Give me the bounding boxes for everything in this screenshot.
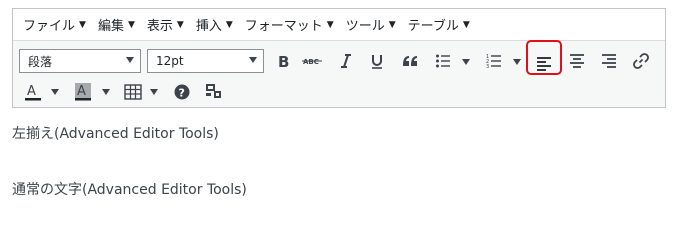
menu-file-label: ファイル	[23, 19, 76, 34]
content-line-left-aligned: 左揃え(Advanced Editor Tools)	[12, 126, 219, 142]
underline-icon	[372, 55, 382, 69]
menu-format[interactable]: フォーマット ▼	[245, 15, 334, 34]
align-center-icon	[570, 54, 584, 68]
chevron-down-icon: ▼	[326, 19, 334, 30]
chevron-down-icon: ▼	[462, 19, 470, 30]
underline-button[interactable]	[365, 49, 389, 73]
menu-insert-label: 挿入	[195, 19, 222, 34]
svg-text:ABC: ABC	[303, 58, 319, 66]
background-color-button[interactable]: A	[71, 80, 95, 104]
chevron-down-icon[interactable]	[102, 89, 110, 95]
chevron-down-icon: ▼	[127, 19, 135, 30]
menu-tools-label: ツール	[345, 19, 385, 34]
chevron-down-icon[interactable]	[462, 59, 470, 65]
menu-edit-label: 編集	[97, 19, 124, 34]
text-color-icon: A	[25, 84, 41, 101]
svg-text:?: ?	[179, 87, 185, 100]
chevron-down-icon: ▼	[79, 19, 86, 30]
blockquote-button[interactable]	[398, 49, 422, 73]
chevron-down-icon[interactable]	[51, 89, 59, 95]
code-button[interactable]	[202, 80, 226, 104]
menu-view-label: 表示	[146, 19, 173, 34]
italic-button[interactable]	[334, 49, 358, 73]
svg-text:B: B	[278, 53, 289, 69]
menu-format-label: フォーマット	[244, 19, 323, 34]
chevron-down-icon: ▼	[388, 19, 396, 30]
link-button[interactable]	[629, 49, 653, 73]
svg-text:A: A	[27, 84, 36, 99]
menu-edit[interactable]: 編集 ▼	[98, 15, 135, 34]
menu-tools[interactable]: ツール ▼	[346, 15, 396, 34]
table-icon	[124, 84, 142, 100]
text-color-button[interactable]: A	[21, 80, 45, 104]
strikethrough-button[interactable]: ABC	[300, 49, 324, 73]
menu-table[interactable]: テーブル ▼	[408, 15, 470, 34]
font-size-select-value: 12pt	[156, 54, 184, 68]
code-icon	[206, 84, 221, 98]
align-right-icon	[602, 54, 616, 68]
content-line-normal: 通常の文字(Advanced Editor Tools)	[12, 182, 247, 198]
font-size-select[interactable]: 12pt	[147, 49, 264, 73]
italic-icon	[341, 54, 351, 68]
bold-button[interactable]: B	[271, 49, 295, 73]
align-left-button[interactable]	[532, 52, 556, 76]
chevron-down-icon	[249, 57, 257, 63]
chevron-down-icon	[126, 57, 134, 63]
chevron-down-icon[interactable]	[513, 59, 521, 65]
chevron-down-icon: ▼	[225, 19, 233, 30]
editor: ファイル ▼ 編集 ▼ 表示 ▼ 挿入 ▼ フォーマット ▼ ツール ▼ テーブル ▼ 段落 …	[12, 8, 666, 108]
chevron-down-icon: ▼	[176, 19, 184, 30]
blockquote-icon	[403, 56, 417, 66]
svg-text:A: A	[77, 84, 86, 99]
bullet-list-button[interactable]	[431, 49, 455, 73]
background-color-icon: A	[75, 83, 91, 101]
format-select[interactable]: 段落	[19, 49, 141, 73]
bold-icon: B	[278, 53, 289, 69]
menubar: ファイル ▼ 編集 ▼ 表示 ▼ 挿入 ▼ フォーマット ▼ ツール ▼ テーブル ▼	[13, 9, 665, 41]
menu-file[interactable]: ファイル ▼	[23, 15, 86, 34]
link-icon	[633, 53, 649, 69]
numbered-list-icon: 1 2 3	[486, 54, 501, 69]
svg-text:3: 3	[486, 64, 489, 69]
strikethrough-icon: ABC	[302, 58, 322, 66]
menu-insert[interactable]: 挿入 ▼	[196, 15, 233, 34]
help-icon: ?	[174, 84, 190, 100]
chevron-down-icon[interactable]	[150, 89, 158, 95]
align-left-icon	[537, 57, 551, 71]
bullet-list-icon	[436, 54, 450, 68]
table-button[interactable]	[121, 80, 145, 104]
format-select-value: 段落	[28, 54, 53, 69]
help-button[interactable]: ?	[170, 80, 194, 104]
align-right-button[interactable]	[597, 49, 621, 73]
menu-view[interactable]: 表示 ▼	[147, 15, 184, 34]
align-center-button[interactable]	[565, 49, 589, 73]
menu-table-label: テーブル	[407, 19, 459, 34]
numbered-list-button[interactable]: 1 2 3	[482, 49, 506, 73]
